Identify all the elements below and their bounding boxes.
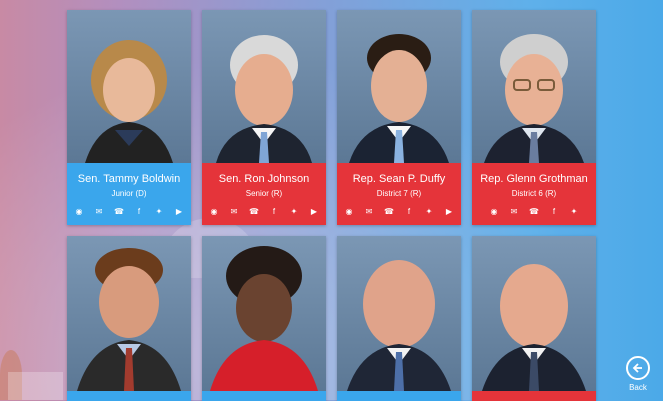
globe-icon[interactable]: ◉	[208, 206, 220, 218]
rep-photo	[202, 236, 326, 391]
rep-info-panel: Sen. Tammy Boldwin Junior (D) ◉ ✉ ☎ f ✦ …	[67, 163, 191, 225]
rep-photo	[67, 10, 191, 163]
back-button[interactable]: Back	[621, 356, 655, 392]
building-background	[8, 372, 63, 400]
rep-photo	[472, 10, 596, 163]
contact-icons: ◉ ✉ ☎ f ✦ ▶	[67, 206, 191, 218]
twitter-icon[interactable]: ✦	[568, 206, 580, 218]
phone-icon[interactable]: ☎	[383, 206, 395, 218]
youtube-icon[interactable]: ▶	[443, 206, 455, 218]
envelope-icon[interactable]: ✉	[93, 206, 105, 218]
rep-name: Sen. Tammy Boldwin	[77, 173, 181, 185]
portrait-image	[216, 35, 312, 163]
rep-subtitle: District 6 (R)	[511, 189, 557, 198]
rep-card-sean-duffy[interactable]: Rep. Sean P. Duffy District 7 (R) ◉ ✉ ☎ …	[337, 10, 461, 225]
rep-card[interactable]	[337, 236, 461, 401]
phone-icon[interactable]: ☎	[528, 206, 540, 218]
facebook-icon[interactable]: f	[403, 206, 415, 218]
portrait-image	[85, 40, 173, 163]
rep-photo	[202, 10, 326, 163]
rep-name: Rep. Sean P. Duffy	[352, 173, 446, 185]
portrait-image	[349, 34, 449, 163]
representatives-grid: Sen. Tammy Boldwin Junior (D) ◉ ✉ ☎ f ✦ …	[67, 10, 596, 401]
rep-info-panel: Rep. Sean P. Duffy District 7 (R) ◉ ✉ ☎ …	[337, 163, 461, 225]
back-arrow-icon	[626, 356, 650, 380]
youtube-icon[interactable]: ▶	[173, 206, 185, 218]
rep-photo	[337, 10, 461, 163]
envelope-icon[interactable]: ✉	[228, 206, 240, 218]
phone-icon[interactable]: ☎	[248, 206, 260, 218]
portrait-image	[347, 260, 451, 391]
rep-info-panel: Rep. Glenn Grothman District 6 (R) ◉ ✉ ☎…	[472, 163, 596, 225]
rep-card-tammy-baldwin[interactable]: Sen. Tammy Boldwin Junior (D) ◉ ✉ ☎ f ✦ …	[67, 10, 191, 225]
rep-info-panel: Sen. Ron Johnson Senior (R) ◉ ✉ ☎ f ✦ ▶	[202, 163, 326, 225]
globe-icon[interactable]: ◉	[488, 206, 500, 218]
rep-subtitle: Junior (D)	[111, 189, 147, 198]
rep-photo	[337, 236, 461, 391]
globe-icon[interactable]: ◉	[343, 206, 355, 218]
facebook-icon[interactable]: f	[133, 206, 145, 218]
rep-card[interactable]	[67, 236, 191, 401]
rep-photo	[472, 236, 596, 391]
rep-photo	[67, 236, 191, 391]
facebook-icon[interactable]: f	[548, 206, 560, 218]
rep-name: Sen. Ron Johnson	[218, 173, 310, 185]
contact-icons: ◉ ✉ ☎ f ✦ ▶	[202, 206, 326, 218]
portrait-image	[210, 246, 318, 391]
contact-icons: ◉ ✉ ☎ f ✦	[472, 206, 596, 218]
youtube-icon[interactable]: ▶	[308, 206, 320, 218]
portrait-image	[77, 248, 181, 391]
portrait-image	[484, 34, 584, 163]
twitter-icon[interactable]: ✦	[288, 206, 300, 218]
rep-name: Rep. Glenn Grothman	[480, 173, 588, 185]
twitter-icon[interactable]: ✦	[153, 206, 165, 218]
envelope-icon[interactable]: ✉	[508, 206, 520, 218]
globe-icon[interactable]: ◉	[73, 206, 85, 218]
rep-card-glenn-grothman[interactable]: Rep. Glenn Grothman District 6 (R) ◉ ✉ ☎…	[472, 10, 596, 225]
twitter-icon[interactable]: ✦	[423, 206, 435, 218]
portrait-image	[482, 264, 586, 391]
rep-card[interactable]	[202, 236, 326, 401]
back-label: Back	[629, 383, 647, 392]
envelope-icon[interactable]: ✉	[363, 206, 375, 218]
rep-card[interactable]	[472, 236, 596, 401]
rep-card-ron-johnson[interactable]: Sen. Ron Johnson Senior (R) ◉ ✉ ☎ f ✦ ▶	[202, 10, 326, 225]
contact-icons: ◉ ✉ ☎ f ✦ ▶	[337, 206, 461, 218]
phone-icon[interactable]: ☎	[113, 206, 125, 218]
rep-subtitle: Senior (R)	[245, 189, 283, 198]
rep-subtitle: District 7 (R)	[376, 189, 422, 198]
facebook-icon[interactable]: f	[268, 206, 280, 218]
